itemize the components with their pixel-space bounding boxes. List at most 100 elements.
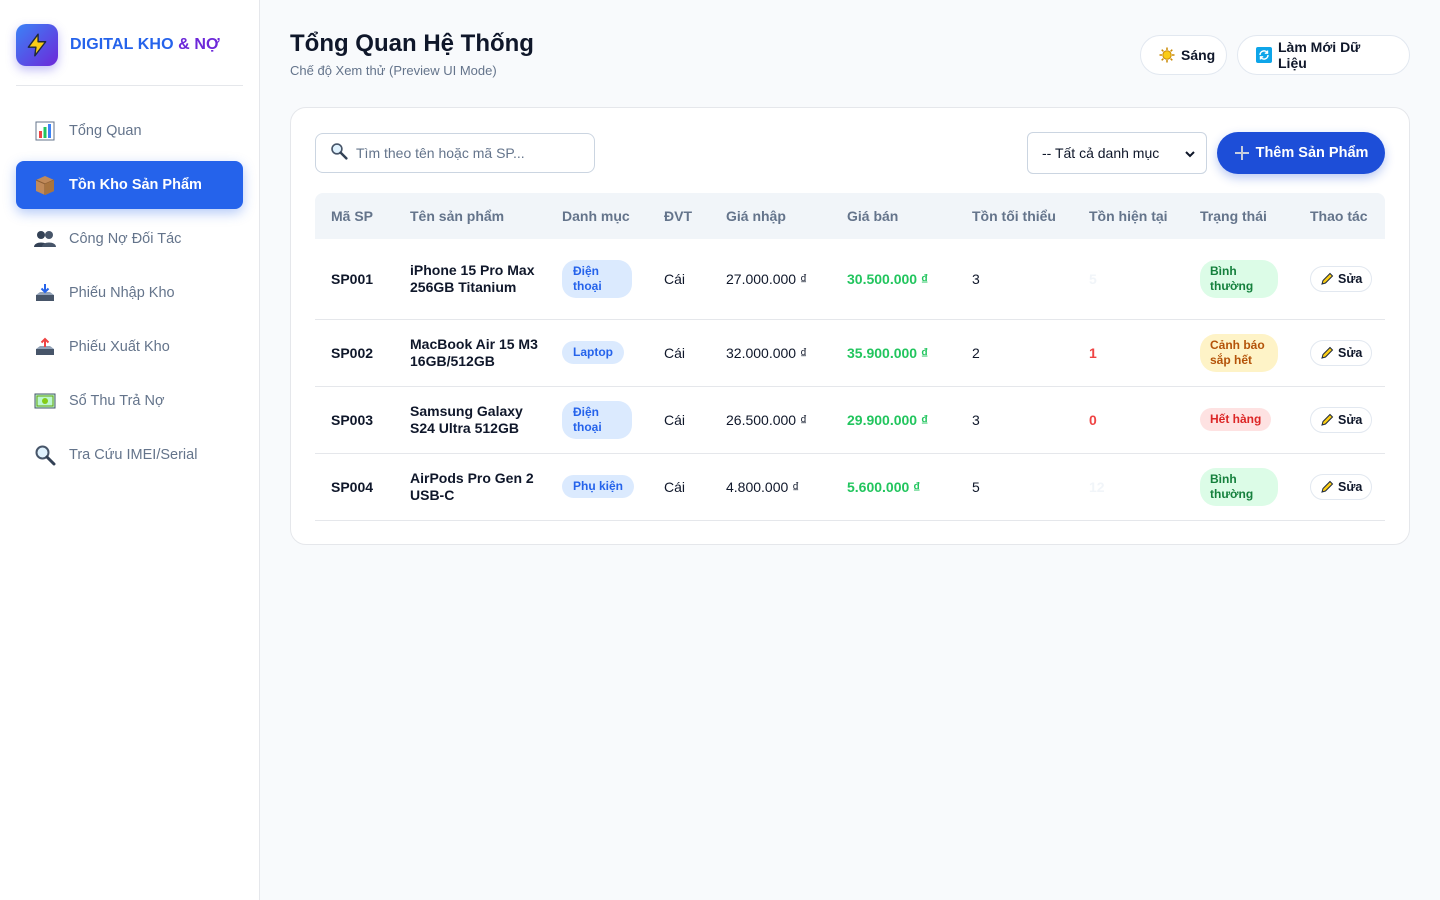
status-badge: Bình thường [1200,467,1278,506]
unit: Cái [664,344,686,361]
column-header: Giá bán [847,208,899,224]
page-subtitle: Chế độ Xem thử (Preview UI Mode) [290,63,497,78]
sell-price: 5.600.000 ₫ [847,478,921,495]
sidebar-item-phieu-xuat[interactable]: Phiếu Xuất Kho [16,323,243,371]
sidebar-item-ton-kho[interactable]: Tồn Kho Sản Phẩm [16,161,243,209]
column-header: ĐVT [664,208,692,224]
sidebar-item-phieu-nhap[interactable]: Phiếu Nhập Kho [16,269,243,317]
min-stock: 2 [972,344,980,361]
current-stock: 0 [1089,411,1097,428]
cost-price: 4.800.000 ₫ [726,478,800,495]
refresh-icon [1256,47,1272,63]
status-badge: Hết hàng [1200,408,1272,431]
category-select[interactable]: -- Tất cả danh mục [1027,132,1207,174]
unit: Cái [664,411,686,428]
add-product-button[interactable]: Thêm Sản Phẩm [1217,132,1385,174]
theme-toggle-button[interactable]: Sáng [1140,35,1227,75]
chevron-down-icon [1184,147,1196,163]
product-name: iPhone 15 Pro Max 256GB Titanium [410,261,535,295]
cost-price: 26.500.000 ₫ [726,411,808,428]
bar-chart-icon [34,120,56,142]
pencil-icon [1320,272,1334,286]
refresh-data-button[interactable]: Làm Mới Dữ Liệu [1237,35,1410,75]
unit: Cái [664,478,686,495]
cost-price: 27.000.000 ₫ [726,270,808,287]
sidebar-item-label: Tổng Quan [69,123,142,139]
category-badge: Laptop [562,341,624,364]
table-row: SP002 MacBook Air 15 M3 16GB/512GB Lapto… [315,319,1385,386]
category-badge: Phụ kiện [562,475,635,498]
outbox-tray-icon [34,336,56,358]
brand-name: DIGITAL KHO & NỢ [70,36,220,53]
edit-button[interactable]: Sửa [1310,339,1373,366]
table-row: SP001 iPhone 15 Pro Max 256GB Titanium Đ… [315,239,1385,319]
sell-price: 29.900.000 ₫ [847,411,929,428]
min-stock: 3 [972,270,980,287]
product-code: SP002 [331,344,374,361]
category-badge: Điện thoại [562,400,632,439]
inventory-table: Mã SP Tên sản phẩm Danh mục ĐVT Giá nhập… [315,193,1385,521]
sidebar-item-cong-no[interactable]: Công Nợ Đối Tác [16,215,243,263]
current-stock: 1 [1089,344,1097,361]
category-badge: Điện thoại [562,259,632,298]
pencil-icon [1320,480,1334,494]
sidebar-item-label: Tra Cứu IMEI/Serial [69,447,198,463]
sidebar-item-tra-cuu-imei[interactable]: Tra Cứu IMEI/Serial [16,431,243,479]
sell-price: 35.900.000 ₫ [847,344,929,361]
add-product-label: Thêm Sản Phẩm [1255,145,1369,161]
column-header: Tồn tối thiểu [972,208,1056,224]
sell-price: 30.500.000 ₫ [847,270,929,287]
unit: Cái [664,270,686,287]
search-icon [330,142,348,165]
product-code: SP004 [331,478,374,495]
edit-button[interactable]: Sửa [1310,406,1373,433]
product-name: Samsung Galaxy S24 Ultra 512GB [410,402,523,436]
column-header: Giá nhập [726,208,786,224]
current-stock: 5 [1089,270,1097,287]
sidebar-nav: Tổng Quan Tồn Kho Sản Phẩm Công Nợ Đối T… [16,107,243,485]
column-header: Tồn hiện tại [1089,208,1168,224]
category-select-value: -- Tất cả danh mục [1042,145,1160,161]
current-stock: 12 [1089,478,1105,495]
sidebar-item-label: Sổ Thu Trả Nợ [69,393,165,409]
search-icon [34,444,56,466]
inventory-card: -- Tất cả danh mục Thêm Sản Phẩm Mã SP T… [290,107,1410,545]
search-input[interactable] [356,145,576,161]
refresh-data-label: Làm Mới Dữ Liệu [1278,39,1361,71]
theme-toggle-label: Sáng [1181,47,1216,63]
min-stock: 3 [972,411,980,428]
package-icon [34,174,56,196]
pencil-icon [1320,413,1334,427]
users-icon [34,228,56,250]
sidebar-item-label: Công Nợ Đối Tác [69,231,182,247]
money-icon [34,390,56,412]
product-code: SP001 [331,270,374,287]
product-name: AirPods Pro Gen 2 USB-C [410,469,534,503]
page-title: Tổng Quan Hệ Thống [290,30,534,57]
product-name: MacBook Air 15 M3 16GB/512GB [410,335,538,369]
sun-icon [1159,47,1175,63]
lightning-logo-icon [16,24,58,66]
search-box [315,133,595,173]
inbox-tray-icon [34,282,56,304]
min-stock: 5 [972,478,980,495]
column-header: Thao tác [1310,208,1368,224]
column-header: Tên sản phẩm [410,208,505,224]
column-header: Trạng thái [1200,208,1267,224]
sidebar-item-label: Phiếu Xuất Kho [69,339,170,355]
column-header: Mã SP [331,208,374,224]
pencil-icon [1320,346,1334,360]
sidebar-item-label: Phiếu Nhập Kho [69,285,175,301]
sidebar-item-so-thu-tra-no[interactable]: Sổ Thu Trả Nợ [16,377,243,425]
sidebar-item-tong-quan[interactable]: Tổng Quan [16,107,243,155]
edit-button[interactable]: Sửa [1310,265,1373,292]
sidebar-item-label: Tồn Kho Sản Phẩm [69,177,202,193]
product-code: SP003 [331,411,374,428]
table-row: SP004 AirPods Pro Gen 2 USB-C Phụ kiện C… [315,453,1385,520]
status-badge: Cảnh báo sắp hết [1200,333,1278,372]
sidebar: DIGITAL KHO & NỢ Tổng Quan Tồn Kho Sản P… [0,0,260,900]
table-row: SP003 Samsung Galaxy S24 Ultra 512GB Điệ… [315,386,1385,453]
plus-icon [1234,145,1250,161]
edit-button[interactable]: Sửa [1310,473,1373,500]
cost-price: 32.000.000 ₫ [726,344,808,361]
